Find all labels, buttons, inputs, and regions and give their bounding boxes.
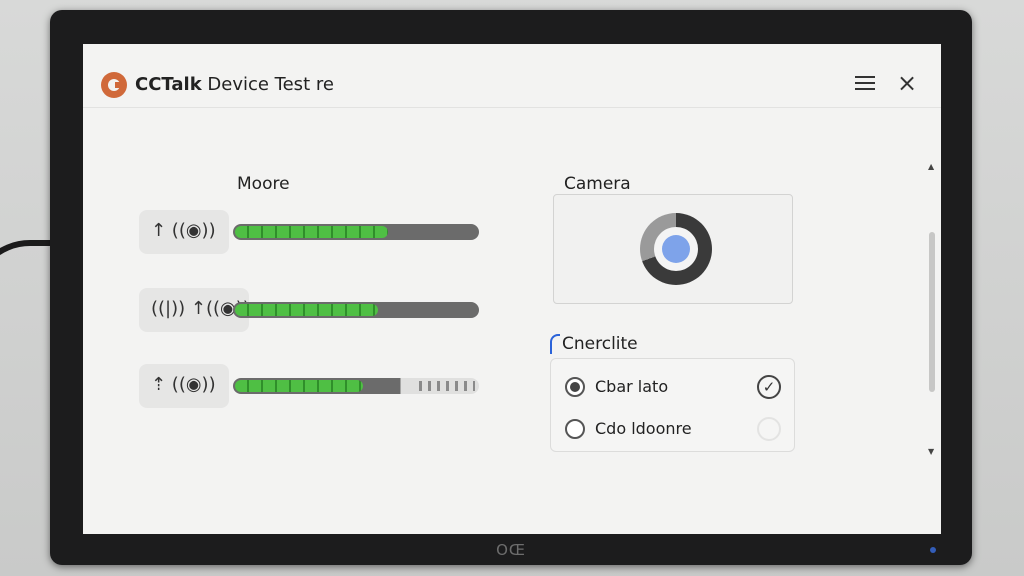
camera-lens-icon — [640, 213, 712, 285]
audio-device-row-2[interactable]: ((|)) ↑((◉)) — [139, 288, 499, 332]
power-led-icon — [930, 547, 936, 553]
options-panel: Cbar lato ✓ Cdo ldoonre — [550, 358, 795, 452]
option-row-2[interactable]: Cdo ldoonre — [565, 417, 785, 443]
empty-circle-icon[interactable] — [757, 417, 781, 441]
app-window: CCTalk Device Test re × Moore ↑ ((◉)) ((… — [83, 44, 941, 534]
camera-preview[interactable] — [553, 194, 793, 304]
microphone-section-label: Moore — [237, 174, 290, 194]
level-meter — [233, 224, 479, 240]
option-label-2: Cdo ldoonre — [595, 419, 692, 438]
scroll-down-icon[interactable]: ▼ — [928, 447, 934, 456]
monitor-brand-logo: OŒ — [496, 541, 526, 559]
audio-device-row-3[interactable]: ⇡ ((◉)) — [139, 364, 499, 408]
audio-device-row-1[interactable]: ↑ ((◉)) — [139, 210, 499, 254]
level-meter-fill — [235, 226, 388, 238]
check-circle-icon[interactable]: ✓ — [757, 375, 781, 399]
radio-button-2[interactable] — [565, 419, 585, 439]
options-section-label: Cnerclite — [562, 334, 638, 354]
level-meter — [233, 302, 479, 318]
level-meter-fill — [235, 380, 363, 392]
option-row-1[interactable]: Cbar lato ✓ — [565, 375, 785, 401]
scroll-thumb[interactable] — [929, 232, 935, 392]
window-title: CCTalk Device Test re — [135, 74, 334, 95]
meter-ticks — [419, 381, 475, 391]
level-meter-fill — [235, 304, 378, 316]
level-meter — [233, 378, 479, 394]
menu-icon[interactable] — [855, 76, 875, 94]
title-bar: CCTalk Device Test re × — [83, 44, 941, 108]
speaker-icon: ↑ ((◉)) — [151, 220, 216, 241]
vertical-scrollbar[interactable]: ▲ ▼ — [927, 162, 937, 456]
headset-icon: ⇡ ((◉)) — [151, 374, 216, 395]
accent-marker-icon — [550, 334, 560, 354]
option-label-1: Cbar lato — [595, 377, 669, 396]
close-icon[interactable]: × — [896, 71, 918, 95]
app-logo-icon — [101, 72, 127, 98]
camera-section-label: Camera — [564, 174, 631, 194]
scroll-up-icon[interactable]: ▲ — [928, 162, 934, 171]
radio-button-1[interactable] — [565, 377, 585, 397]
monitor-bezel: CCTalk Device Test re × Moore ↑ ((◉)) ((… — [50, 10, 972, 565]
